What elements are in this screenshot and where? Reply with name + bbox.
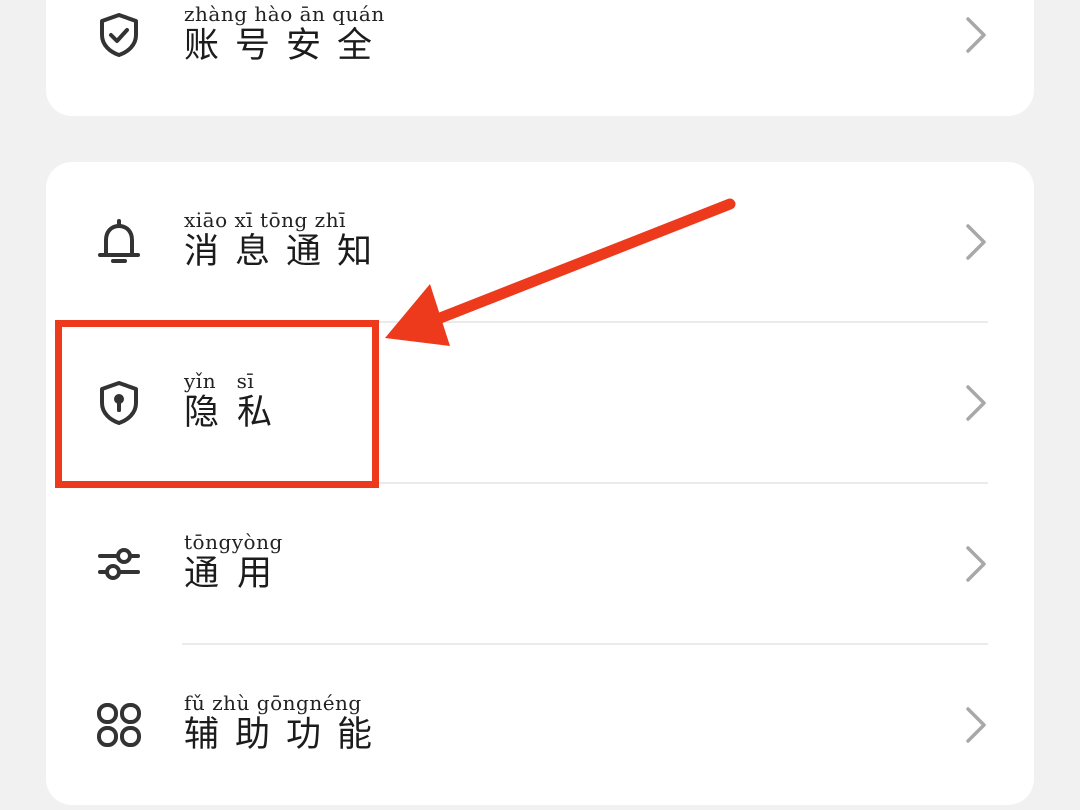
pointer-arrow-icon [385, 198, 736, 346]
